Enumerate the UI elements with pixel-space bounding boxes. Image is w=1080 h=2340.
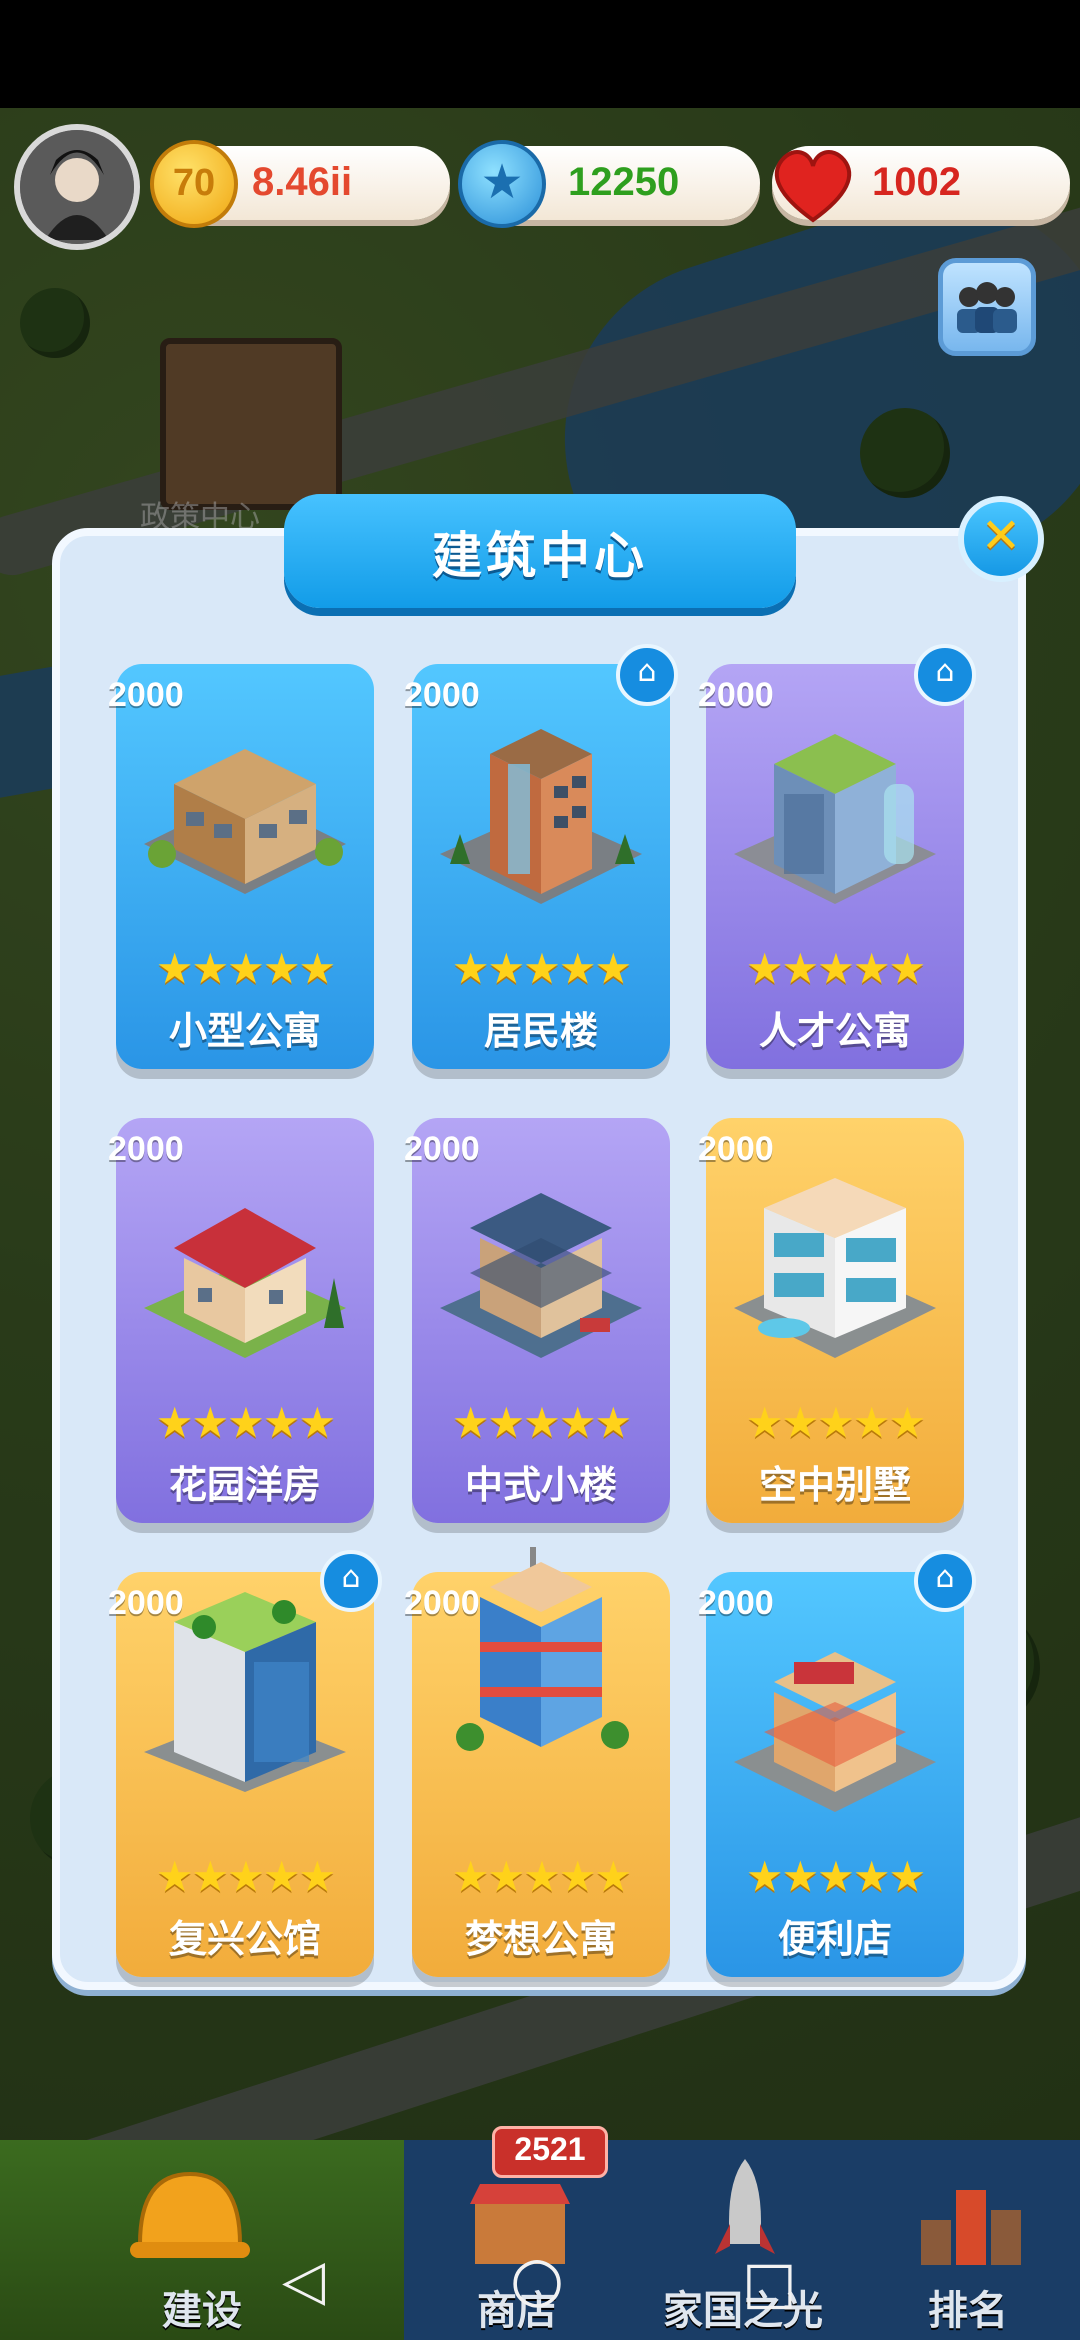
card-price: 2000	[404, 1130, 480, 1168]
building-illustration	[440, 1193, 642, 1358]
system-home-button[interactable]: ○	[510, 2242, 564, 2315]
close-icon: ✕	[980, 508, 1022, 564]
heart-icon	[768, 140, 856, 228]
tab-ranking[interactable]: 排名	[856, 2140, 1080, 2340]
hard-hat-icon	[130, 2171, 250, 2258]
home-badge: ⌂	[914, 1550, 976, 1612]
building-card-residential-building[interactable]: 2000 ★★★★★ 居民楼	[404, 664, 670, 1069]
people-icon	[957, 282, 1017, 333]
close-button[interactable]: ✕	[958, 496, 1044, 582]
rating-stars: ★★★★★	[451, 944, 632, 993]
card-name: 复兴公馆	[168, 1917, 321, 1961]
avatar-portrait-icon	[20, 130, 134, 244]
building-card-garden-house[interactable]: 2000 ★★★★★ 花园洋房	[108, 1118, 374, 1523]
tab-ranking-label: 排名	[928, 2288, 1008, 2334]
player-avatar[interactable]	[14, 124, 140, 250]
card-name: 人才公寓	[758, 1009, 911, 1053]
building-card-sky-villa[interactable]: 2000 ★★★★★ 空中别墅	[698, 1118, 964, 1523]
card-price: 2000	[698, 1584, 774, 1622]
gold-resource-bar[interactable]: 70 8.46ii	[150, 140, 450, 228]
rating-stars: ★★★★★	[155, 1852, 336, 1901]
friends-button[interactable]	[938, 258, 1036, 356]
building-illustration	[144, 1592, 346, 1792]
home-icon: ⌂	[935, 654, 955, 689]
system-back-button[interactable]: ◁	[282, 2248, 325, 2313]
blue-coin-value: 12250	[568, 160, 680, 204]
home-badge: ⌂	[616, 644, 678, 706]
hearts-resource-bar[interactable]: 1002	[772, 146, 1070, 223]
card-name: 空中别墅	[758, 1463, 911, 1507]
building-illustration	[144, 749, 346, 894]
panel-title: 建筑中心	[432, 527, 648, 585]
card-name: 居民楼	[483, 1009, 598, 1053]
rating-stars: ★★★★★	[745, 1852, 926, 1901]
card-price: 2000	[108, 676, 184, 714]
blue-coin-resource-bar[interactable]: ★ 12250	[458, 140, 760, 228]
building-card-revival-mansion[interactable]: 2000 ★★★★★ 复兴公馆	[108, 1572, 374, 1977]
card-price: 2000	[698, 676, 774, 714]
home-icon: ⌂	[637, 654, 657, 689]
hearts-value: 1002	[872, 160, 961, 204]
building-illustration	[456, 1547, 629, 1751]
building-illustration	[440, 729, 642, 904]
building-illustration	[144, 1208, 346, 1358]
tab-build[interactable]: 建设	[0, 2140, 404, 2340]
card-name: 梦想公寓	[464, 1917, 617, 1961]
rating-stars: ★★★★★	[155, 944, 336, 993]
card-name: 小型公寓	[168, 1009, 321, 1053]
gold-coin-icon: 70	[150, 140, 238, 228]
system-recents-button[interactable]: □	[742, 2248, 797, 2316]
card-name: 花园洋房	[168, 1463, 321, 1507]
ranking-podium-icon	[921, 2190, 1021, 2265]
home-badge: ⌂	[914, 644, 976, 706]
rating-stars: ★★★★★	[745, 1398, 926, 1447]
home-icon: ⌂	[935, 1560, 955, 1595]
rating-stars: ★★★★★	[745, 944, 926, 993]
card-name: 便利店	[777, 1917, 892, 1961]
home-icon: ⌂	[341, 1560, 361, 1595]
rating-stars: ★★★★★	[451, 1852, 632, 1901]
building-card-chinese-house[interactable]: 2000 ★★★★★ 中式小楼	[404, 1118, 670, 1523]
building-card-small-apartment[interactable]: 2000 ★★★★★ 小型公寓	[108, 664, 374, 1069]
rating-stars: ★★★★★	[451, 1398, 632, 1447]
card-price: 2000	[108, 1130, 184, 1168]
blue-star-coin-icon: ★	[458, 140, 546, 228]
building-illustration	[734, 1178, 936, 1358]
rating-stars: ★★★★★	[155, 1398, 336, 1447]
home-badge: ⌂	[320, 1550, 382, 1612]
gold-value: 8.46ii	[252, 160, 353, 204]
shop-count-value: 2521	[514, 2131, 586, 2167]
building-card-talent-apartment[interactable]: 2000 ★★★★★ 人才公寓	[698, 664, 964, 1069]
card-price: 2000	[404, 676, 480, 714]
building-illustration	[734, 1652, 936, 1812]
building-card-dream-apartment[interactable]: 2000 ★★★★★ 梦想公寓	[404, 1547, 670, 1977]
building-illustration	[734, 734, 936, 904]
building-card-convenience-store[interactable]: 2000 ★★★★★ 便利店	[698, 1572, 964, 1977]
tab-build-label: 建设	[162, 2288, 242, 2334]
card-price: 2000	[698, 1130, 774, 1168]
